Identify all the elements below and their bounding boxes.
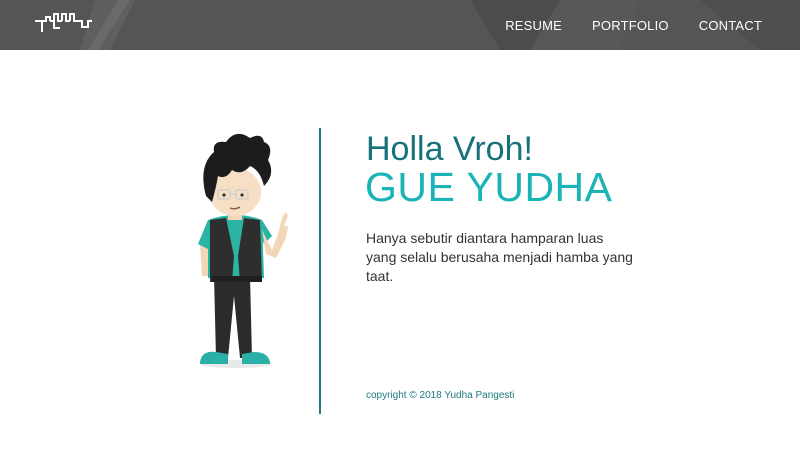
nav-portfolio-link[interactable]: PORTFOLIO (592, 18, 669, 33)
hero-name: GUE YUDHA (365, 164, 613, 210)
yudha-logo[interactable] (34, 12, 94, 34)
hero-tagline: Hanya sebutir diantara hamparan luas yan… (366, 230, 633, 284)
top-navbar: RESUME PORTFOLIO CONTACT (0, 0, 800, 50)
cartoon-boy-icon (198, 133, 288, 368)
main-nav: RESUME PORTFOLIO CONTACT (475, 0, 762, 50)
footer-copyright: copyright © 2018 Yudha Pangesti (366, 390, 515, 401)
nav-contact-link[interactable]: CONTACT (699, 18, 762, 33)
nav-resume-link[interactable]: RESUME (505, 18, 562, 33)
vertical-divider (319, 128, 321, 414)
